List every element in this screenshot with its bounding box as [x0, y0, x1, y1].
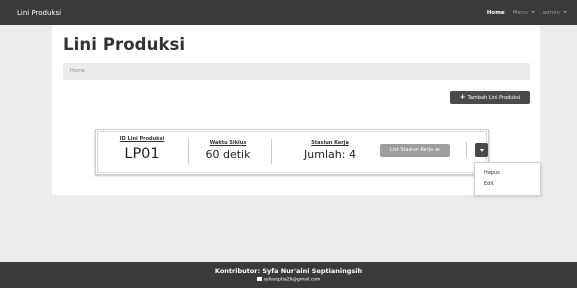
- column-divider: [271, 139, 272, 164]
- menu-item-edit[interactable]: Edit: [475, 179, 540, 190]
- footer-email: syfaseptia26@gmail.com: [0, 277, 577, 282]
- top-navbar: Lini Produksi Home Menu admin: [0, 0, 577, 25]
- actions-dropdown-button[interactable]: [475, 143, 488, 157]
- workstation-count: Jumlah: 4: [304, 148, 356, 161]
- cycle-time-value: 60 detik: [205, 148, 251, 161]
- page-title: Lini Produksi: [63, 35, 186, 54]
- workstation-label: Stasiun Kerja: [311, 140, 349, 146]
- workstation-column: Stasiun Kerja Jumlah: 4: [289, 140, 371, 161]
- chevron-down-icon: [530, 11, 535, 13]
- line-id-label: ID Lini Produksi: [119, 136, 165, 142]
- caret-down-icon: [479, 148, 484, 152]
- column-divider: [466, 142, 467, 158]
- navbar-menu: Home Menu admin: [487, 10, 567, 16]
- cycle-time-column: Waktu Siklus 60 detik: [192, 140, 264, 161]
- breadcrumb-home[interactable]: Home: [70, 68, 85, 74]
- nav-item-home[interactable]: Home: [487, 10, 505, 16]
- navbar-brand[interactable]: Lini Produksi: [17, 9, 61, 17]
- nav-item-admin-label: admin: [542, 9, 560, 16]
- footer-email-text: syfaseptia26@gmail.com: [263, 277, 321, 283]
- envelope-icon: [256, 277, 262, 281]
- add-production-line-button[interactable]: + Tambah Lini Produksi: [450, 91, 530, 104]
- line-id-value: LP01: [124, 146, 160, 162]
- list-workstations-button[interactable]: List Stasiun Kerja ≫: [380, 144, 450, 157]
- plus-icon: +: [459, 93, 466, 101]
- add-production-line-label: Tambah Lini Produksi: [467, 94, 521, 101]
- nav-item-admin[interactable]: admin: [543, 10, 567, 16]
- actions-dropdown-menu: Hapus Edit: [474, 162, 541, 196]
- breadcrumb: Home: [63, 63, 530, 80]
- menu-item-delete[interactable]: Hapus: [475, 168, 540, 179]
- nav-item-menu[interactable]: Menu: [513, 10, 535, 16]
- production-line-card: ID Lini Produksi LP01 Waktu Siklus 60 de…: [95, 129, 489, 175]
- cycle-time-label: Waktu Siklus: [209, 140, 247, 146]
- footer: Kontributor: Syfa Nur'aini Septianingsih…: [0, 262, 577, 288]
- column-divider: [188, 139, 189, 164]
- main-panel: Lini Produksi Home + Tambah Lini Produks…: [52, 25, 540, 195]
- nav-item-menu-label: Menu: [512, 9, 528, 16]
- chevron-down-icon: [563, 11, 567, 13]
- line-id-column: ID Lini Produksi LP01: [106, 136, 178, 162]
- footer-contributor: Kontributor: Syfa Nur'aini Septianingsih: [214, 267, 363, 275]
